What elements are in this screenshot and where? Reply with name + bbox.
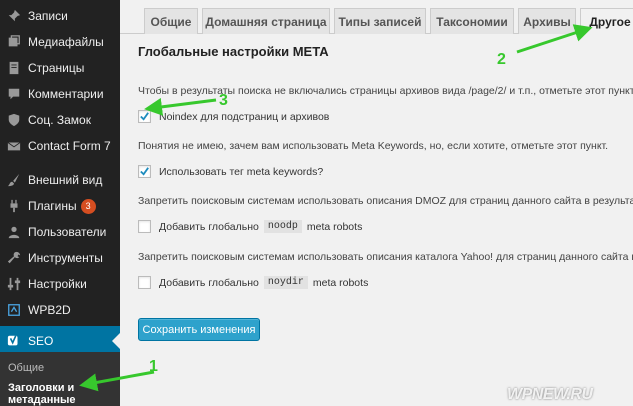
settings-icon xyxy=(6,276,22,292)
sidebar-item-label: Записи xyxy=(28,9,68,23)
noydir-checkbox[interactable] xyxy=(138,276,151,289)
noydir-code: noydir xyxy=(263,276,308,289)
sidebar-item-contact-form[interactable]: Contact Form 7 xyxy=(0,134,120,158)
lock-shield-icon xyxy=(6,112,22,128)
sidebar-item-tools[interactable]: Инструменты xyxy=(0,246,120,270)
checkmark-icon xyxy=(140,112,149,121)
keywords-description: Понятия не имею, зачем вам использовать … xyxy=(138,140,609,152)
noodp-code: noodp xyxy=(263,220,302,233)
annotation-number-1: 1 xyxy=(149,358,158,375)
sidebar-item-posts[interactable]: Записи xyxy=(0,4,120,28)
noydir-label-prefix[interactable]: Добавить глобально xyxy=(159,277,259,289)
media-icon xyxy=(6,34,22,50)
tab-other[interactable]: Другое xyxy=(580,8,633,35)
annotation-number-3: 3 xyxy=(219,92,228,109)
active-indicator xyxy=(112,333,120,349)
noodp-checkbox[interactable] xyxy=(138,220,151,233)
submenu-item-general[interactable]: Общие xyxy=(8,362,44,374)
keywords-option: Использовать тег meta keywords? xyxy=(138,165,323,178)
sidebar-item-settings[interactable]: Настройки xyxy=(0,272,120,296)
sidebar-item-plugins[interactable]: Плагины 3 xyxy=(0,194,120,218)
noindex-description: Чтобы в результаты поиска не включались … xyxy=(138,85,633,97)
sidebar-item-label: Contact Form 7 xyxy=(28,139,111,153)
sidebar-item-pages[interactable]: Страницы xyxy=(0,56,120,80)
tab-general[interactable]: Общие xyxy=(144,8,198,34)
noindex-checkbox[interactable] xyxy=(138,110,151,123)
sidebar-item-comments[interactable]: Комментарии xyxy=(0,82,120,106)
tab-taxonomies[interactable]: Таксономии xyxy=(430,8,514,34)
site-watermark: WPNEW.RU xyxy=(507,386,593,403)
sidebar-item-media[interactable]: Медиафайлы xyxy=(0,30,120,54)
sidebar-item-label: Комментарии xyxy=(28,87,104,101)
update-count-badge: 3 xyxy=(80,198,96,214)
submenu-label-line2: метаданные xyxy=(8,394,76,406)
noydir-option: Добавить глобально noydir meta robots xyxy=(138,276,368,289)
save-changes-button[interactable]: Сохранить изменения xyxy=(138,318,260,341)
brush-icon xyxy=(6,172,22,188)
annotation-number-2: 2 xyxy=(497,51,506,68)
tab-homepage[interactable]: Домашняя страница xyxy=(202,8,330,34)
noindex-label[interactable]: Noindex для подстраниц и архивов xyxy=(159,111,329,123)
comment-icon xyxy=(6,86,22,102)
sidebar-item-label: WPB2D xyxy=(28,303,71,317)
noodp-label-suffix[interactable]: meta robots xyxy=(307,221,362,233)
keywords-label[interactable]: Использовать тег meta keywords? xyxy=(159,166,323,178)
noydir-label-suffix[interactable]: meta robots xyxy=(313,277,368,289)
sidebar-item-label: Пользователи xyxy=(28,225,107,239)
tab-post-types[interactable]: Типы записей xyxy=(334,8,426,34)
sidebar-item-label: Соц. Замок xyxy=(28,113,91,127)
sidebar-item-label: Инструменты xyxy=(28,251,103,265)
users-icon xyxy=(6,224,22,240)
settings-tabs: Общие Домашняя страница Типы записей Так… xyxy=(120,0,633,35)
noydir-description: Запретить поисковым системам использоват… xyxy=(138,251,633,263)
tab-archives[interactable]: Архивы xyxy=(518,8,576,34)
noodp-option: Добавить глобально noodp meta robots xyxy=(138,220,362,233)
yoast-icon xyxy=(6,333,22,349)
sidebar-item-label: Страницы xyxy=(28,61,85,75)
noodp-label-prefix[interactable]: Добавить глобально xyxy=(159,221,259,233)
sidebar-item-label: Плагины xyxy=(28,199,77,213)
checkmark-icon xyxy=(140,167,149,176)
seo-submenu: Общие Заголовки и метаданные xyxy=(0,352,120,406)
wrench-icon xyxy=(6,250,22,266)
keywords-checkbox[interactable] xyxy=(138,165,151,178)
sidebar-item-users[interactable]: Пользователи xyxy=(0,220,120,244)
noindex-option: Noindex для подстраниц и архивов xyxy=(138,110,329,123)
sidebar-item-label: Внешний вид xyxy=(28,173,103,187)
wpb2d-icon xyxy=(6,302,22,318)
submenu-label-line1: Заголовки и xyxy=(8,382,75,394)
section-title: Глобальные настройки META xyxy=(138,44,329,59)
sidebar-item-label: Настройки xyxy=(28,277,87,291)
noodp-description: Запретить поисковым системам использоват… xyxy=(138,195,633,207)
pin-icon xyxy=(6,8,22,24)
sidebar-item-appearance[interactable]: Внешний вид xyxy=(0,168,120,192)
sidebar-item-wpb2d[interactable]: WPB2D xyxy=(0,298,120,322)
main-content: Общие Домашняя страница Типы записей Так… xyxy=(120,0,633,406)
mail-icon xyxy=(6,138,22,154)
pages-icon xyxy=(6,60,22,76)
admin-sidebar: Записи Медиафайлы Страницы Комментарии С… xyxy=(0,0,120,406)
sidebar-item-label: Медиафайлы xyxy=(28,35,104,49)
plug-icon xyxy=(6,198,22,214)
submenu-item-titles-meta[interactable]: Заголовки и метаданные xyxy=(8,382,76,406)
sidebar-item-social-locker[interactable]: Соц. Замок xyxy=(0,108,120,132)
sidebar-item-label: SEO xyxy=(28,334,54,348)
